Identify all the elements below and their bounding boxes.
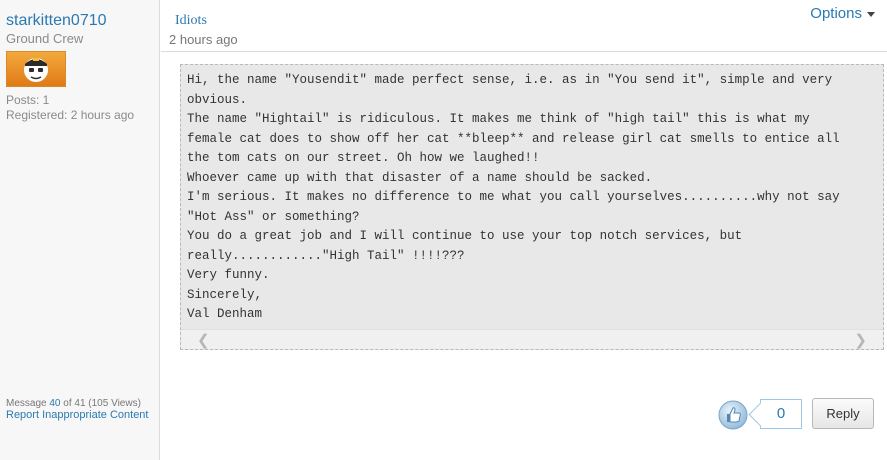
options-menu[interactable]: Options — [810, 5, 875, 22]
post-body-line: Very funny. — [187, 268, 270, 282]
thumbs-up-icon[interactable] — [718, 400, 748, 430]
horizontal-scrollbar[interactable]: ❮ ❯ — [181, 329, 883, 349]
author-sidebar: starkitten0710 Ground Crew Posts: 1 Regi… — [0, 0, 160, 460]
post-body-line: Sincerely, — [187, 287, 263, 302]
post-body-line: female cat does to show off her cat **bl… — [187, 131, 840, 146]
avatar[interactable] — [6, 51, 66, 87]
message-prefix: Message — [6, 398, 50, 409]
chevron-right-icon[interactable]: ❯ — [854, 331, 867, 349]
post-body-text: Hi, the name "Yousendit" made perfect se… — [181, 65, 883, 325]
post-body: Hi, the name "Yousendit" made perfect se… — [180, 64, 884, 350]
post-body-line: "Hot Ass" or something? — [187, 209, 360, 224]
message-number-link[interactable]: 40 — [49, 398, 60, 409]
chevron-down-icon — [867, 11, 875, 17]
reply-button[interactable]: Reply — [812, 398, 874, 429]
post-body-line: The name "Hightail" is ridiculous. It ma… — [187, 112, 810, 126]
post-body-line: Whoever came up with that disaster of a … — [187, 170, 653, 185]
report-link[interactable]: Report Inappropriate Content — [6, 409, 148, 421]
post-body-line: I'm serious. It makes no difference to m… — [187, 190, 840, 204]
kudos-count-value: 0 — [776, 405, 786, 422]
post-header: Idiots 2 hours ago Options — [161, 0, 887, 52]
post-body-line: really............"High Tail" !!!!??? — [187, 248, 465, 263]
post-body-line: the tom cats on our street. Oh how we la… — [187, 151, 540, 165]
author-registered: Registered: 2 hours ago — [6, 108, 135, 122]
author-rank: Ground Crew — [6, 31, 84, 46]
post-body-line: You do a great job and I will continue t… — [187, 229, 743, 243]
message-suffix: of 41 (105 Views) — [60, 398, 141, 409]
post-body-line: Hi, the name "Yousendit" made perfect se… — [187, 73, 833, 87]
kudos-count[interactable]: 0 — [760, 399, 802, 429]
author-username[interactable]: starkitten0710 — [6, 12, 107, 30]
options-label: Options — [810, 5, 862, 22]
chevron-left-icon[interactable]: ❮ — [197, 331, 210, 349]
author-stats: Posts: 1 Registered: 2 hours ago — [6, 93, 134, 123]
author-posts: Posts: 1 — [6, 93, 50, 107]
post-time: 2 hours ago — [169, 32, 238, 47]
post-body-line: Val Denham — [187, 307, 263, 321]
post-body-line: obvious. — [187, 92, 248, 107]
post-subject[interactable]: Idiots — [175, 13, 207, 29]
